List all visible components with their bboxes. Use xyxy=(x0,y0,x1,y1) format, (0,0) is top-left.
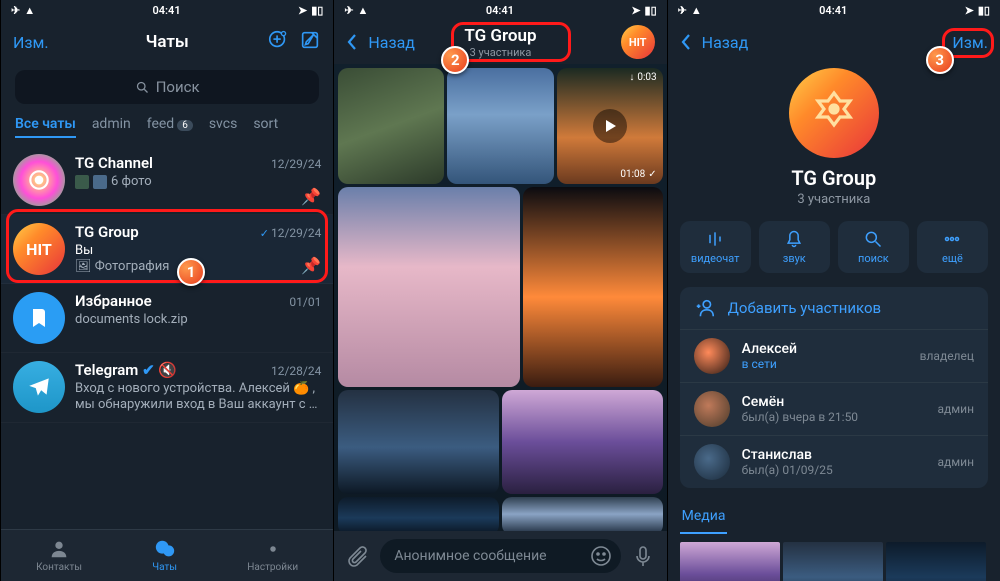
nav-bar: Изм. Чаты xyxy=(1,20,333,64)
group-name: TG Group xyxy=(668,166,1000,190)
add-user-icon xyxy=(694,297,716,319)
pin-icon: 📌 xyxy=(301,187,321,206)
action-buttons: видеочат звук поиск ещё xyxy=(680,221,988,273)
add-members-button[interactable]: Добавить участников xyxy=(680,287,988,330)
folder-svcs[interactable]: svcs xyxy=(209,116,237,138)
chat-row[interactable]: Telegram ✔ 🔇12/28/24 Вход с нового устро… xyxy=(1,353,333,423)
chevron-left-icon xyxy=(346,33,358,51)
search-input[interactable]: Поиск xyxy=(15,70,319,104)
wifi-icon: ▲ xyxy=(24,4,35,17)
screen-chat: ✈︎▲ 04:41 ➤▮▯ Назад TG Group 3 участника… xyxy=(333,0,666,581)
attach-icon[interactable] xyxy=(346,544,370,568)
media-thumbnails[interactable] xyxy=(680,542,988,581)
folder-tabs[interactable]: Все чаты admin feed6 svcs sort xyxy=(1,110,333,146)
more-button[interactable]: ещё xyxy=(917,221,988,273)
avatar xyxy=(694,391,730,427)
mute-button[interactable]: звук xyxy=(759,221,830,273)
status-bar: ✈︎▲ 04:41 ➤▮▯ xyxy=(1,0,333,20)
member-row[interactable]: Семёнбыл(а) вчера в 21:50 админ xyxy=(680,383,988,436)
step-1-badge: 1 xyxy=(177,258,205,286)
search-icon xyxy=(135,80,150,95)
videocall-button[interactable]: видеочат xyxy=(680,221,751,273)
message-input-bar: Анонимное сообщение xyxy=(334,531,666,581)
status-time: 04:41 xyxy=(152,4,180,17)
tab-settings[interactable]: Настройки xyxy=(247,538,298,573)
members-card: Добавить участников Алексейв сети владел… xyxy=(680,287,988,488)
chat-row[interactable]: TG Channel12/29/24 6 фото 📌 xyxy=(1,146,333,215)
folder-all[interactable]: Все чаты xyxy=(15,116,76,138)
back-button[interactable]: Назад xyxy=(680,33,750,52)
member-row[interactable]: Станиславбыл(а) 01/09/25 админ xyxy=(680,436,988,488)
battery-icon: ▮▯ xyxy=(311,4,323,17)
chat-row-tg-group[interactable]: HIT TG Group✓12/29/24 Вы 🖼 Фотография 📌 xyxy=(1,215,333,284)
new-group-icon[interactable] xyxy=(267,29,289,55)
status-bar: ✈︎▲ 04:41 ➤▮▯ xyxy=(334,0,666,20)
avatar xyxy=(694,444,730,480)
tab-contacts[interactable]: Контакты xyxy=(36,538,82,573)
avatar xyxy=(694,338,730,374)
chat-background: ↓ 0:0301:08 ✓ xyxy=(334,64,666,531)
edit-button[interactable]: Изм. xyxy=(13,33,49,52)
sticker-icon[interactable] xyxy=(589,544,613,568)
group-members-count: 3 участника xyxy=(668,192,1000,207)
pin-icon: 📌 xyxy=(301,256,321,275)
media-tab[interactable]: Медиа xyxy=(680,502,728,534)
screen-group-info: ✈︎▲ 04:41 ➤▮▯ Назад Изм. TG Group 3 учас… xyxy=(667,0,1000,581)
nav-bar: Назад TG Group 3 участника HIT xyxy=(334,20,666,64)
media-album[interactable]: ↓ 0:0301:08 ✓ xyxy=(334,64,666,531)
edit-button[interactable]: Изм. xyxy=(952,33,988,52)
chat-row[interactable]: Избранное01/01 documents lock.zip xyxy=(1,284,333,353)
group-avatar[interactable]: HIT xyxy=(621,25,655,59)
compose-icon[interactable] xyxy=(299,29,321,55)
avatar xyxy=(13,154,65,206)
screen-chat-list: ✈︎▲ 04:41 ➤▮▯ Изм. Чаты Поиск Все чаты a… xyxy=(0,0,333,581)
avatar xyxy=(13,361,65,413)
group-avatar-large[interactable] xyxy=(789,68,879,158)
location-icon: ➤ xyxy=(298,4,307,17)
folder-feed[interactable]: feed6 xyxy=(147,116,193,138)
folder-sort[interactable]: sort xyxy=(253,116,278,138)
step-3-badge: 3 xyxy=(926,46,954,74)
tab-bar: Контакты Чаты Настройки xyxy=(1,529,333,581)
folder-admin[interactable]: admin xyxy=(92,116,131,138)
avatar: HIT xyxy=(13,223,65,275)
back-button[interactable]: Назад xyxy=(346,33,416,52)
media-section: Медиа xyxy=(680,502,988,581)
avatar xyxy=(13,292,65,344)
page-title: Чаты xyxy=(83,32,251,52)
status-bar: ✈︎▲ 04:41 ➤▮▯ xyxy=(668,0,1000,20)
message-input[interactable]: Анонимное сообщение xyxy=(380,539,620,573)
search-button[interactable]: поиск xyxy=(838,221,909,273)
tab-chats[interactable]: Чаты xyxy=(152,538,177,573)
chevron-left-icon xyxy=(680,33,692,51)
member-row[interactable]: Алексейв сети владелец xyxy=(680,330,988,383)
mic-icon[interactable] xyxy=(631,544,655,568)
